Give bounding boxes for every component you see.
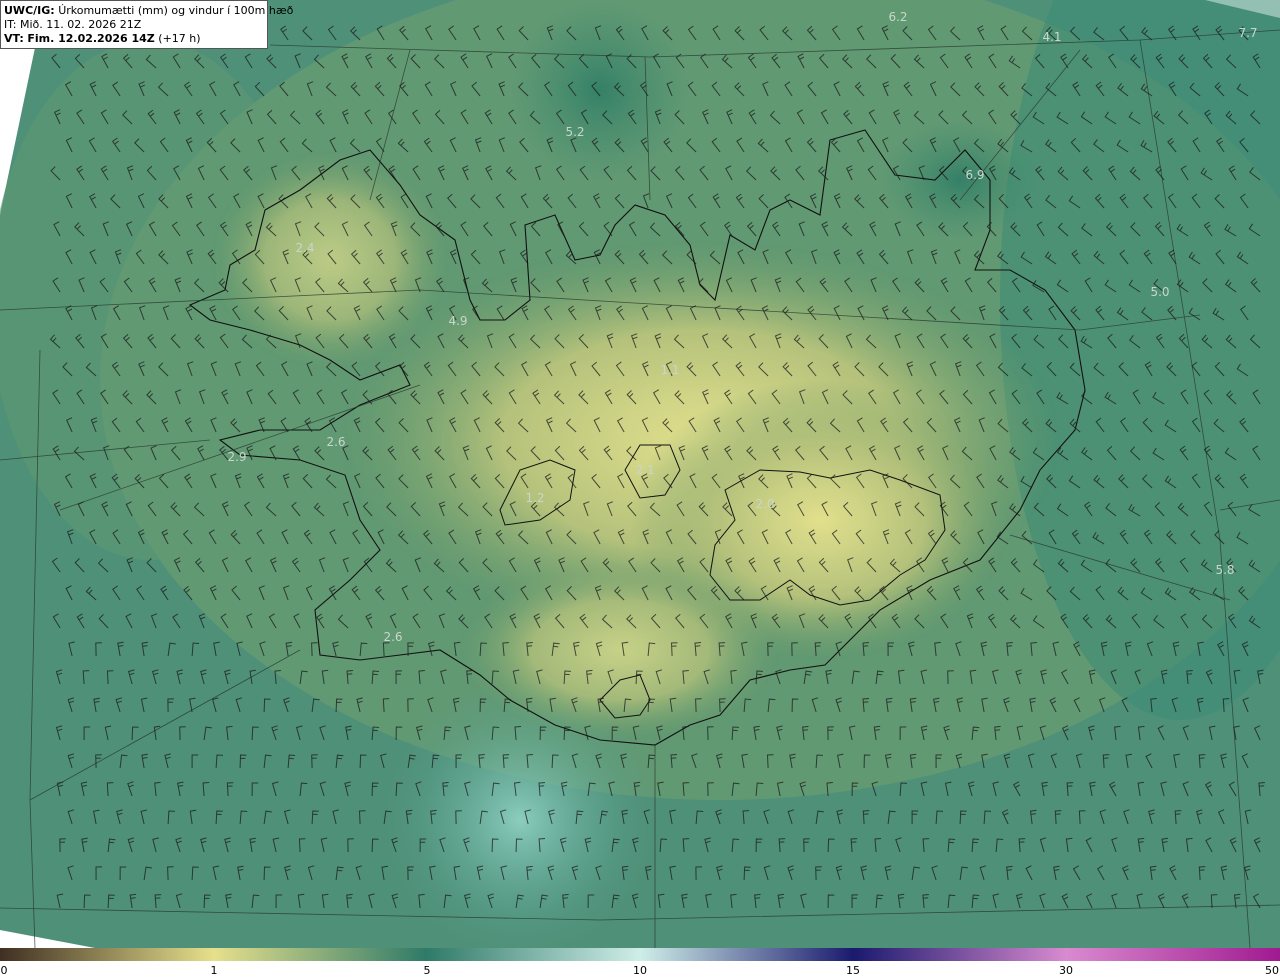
- map-value-label: 2.0: [755, 497, 775, 511]
- map-value-label: 1.1: [660, 363, 680, 377]
- colorbar-tick: 0: [0, 964, 8, 977]
- colorbar-strip: [0, 948, 1280, 961]
- map-value-label: 4.9: [448, 314, 468, 328]
- valid-time: Fim. 12.02.2026 14Z: [27, 32, 155, 45]
- colorbar-tick: 15: [846, 964, 860, 977]
- map-value-label: 2.6: [383, 630, 403, 644]
- lead-time: (+17 h): [158, 32, 201, 45]
- map-value-label: 1.2: [525, 491, 545, 505]
- init-time: IT: Mið. 11. 02. 2026 21Z: [4, 18, 142, 31]
- product-title: Úrkomumætti (mm) og vindur í 100m hæð: [58, 4, 294, 17]
- map-value-label: 6.9: [965, 168, 985, 182]
- colorbar-tick: 30: [1059, 964, 1073, 977]
- map-value-label: 4.1: [1042, 30, 1062, 44]
- colorbar-tick: 10: [633, 964, 647, 977]
- colorbar: 0 1 5 10 15 30 50: [0, 948, 1280, 978]
- map-value-label: 2.6: [326, 435, 346, 449]
- model-label: UWC/IG:: [4, 4, 55, 17]
- map-value-label: 5.0: [1150, 285, 1170, 299]
- colorbar-tick: 5: [423, 964, 431, 977]
- colorbar-tick: 1: [210, 964, 218, 977]
- map-value-label: 7.7: [1238, 26, 1258, 40]
- map-value-label: 2.1: [635, 463, 655, 477]
- map-value-label: 5.8: [1215, 563, 1235, 577]
- title-line: UWC/IG: Úrkomumætti (mm) og vindur í 100…: [4, 4, 293, 18]
- map-value-label: 2.9: [227, 450, 247, 464]
- valid-time-line: VT: Fim. 12.02.2026 14Z (+17 h): [4, 32, 264, 46]
- map-value-label: 5.2: [565, 125, 585, 139]
- colorbar-tick: 50: [1265, 964, 1279, 977]
- forecast-info-box: UWC/IG: Úrkomumætti (mm) og vindur í 100…: [0, 0, 293, 49]
- map-value-label: 6.2: [888, 10, 908, 24]
- valid-prefix: VT:: [4, 32, 24, 45]
- map-value-label: 2.4: [295, 241, 315, 255]
